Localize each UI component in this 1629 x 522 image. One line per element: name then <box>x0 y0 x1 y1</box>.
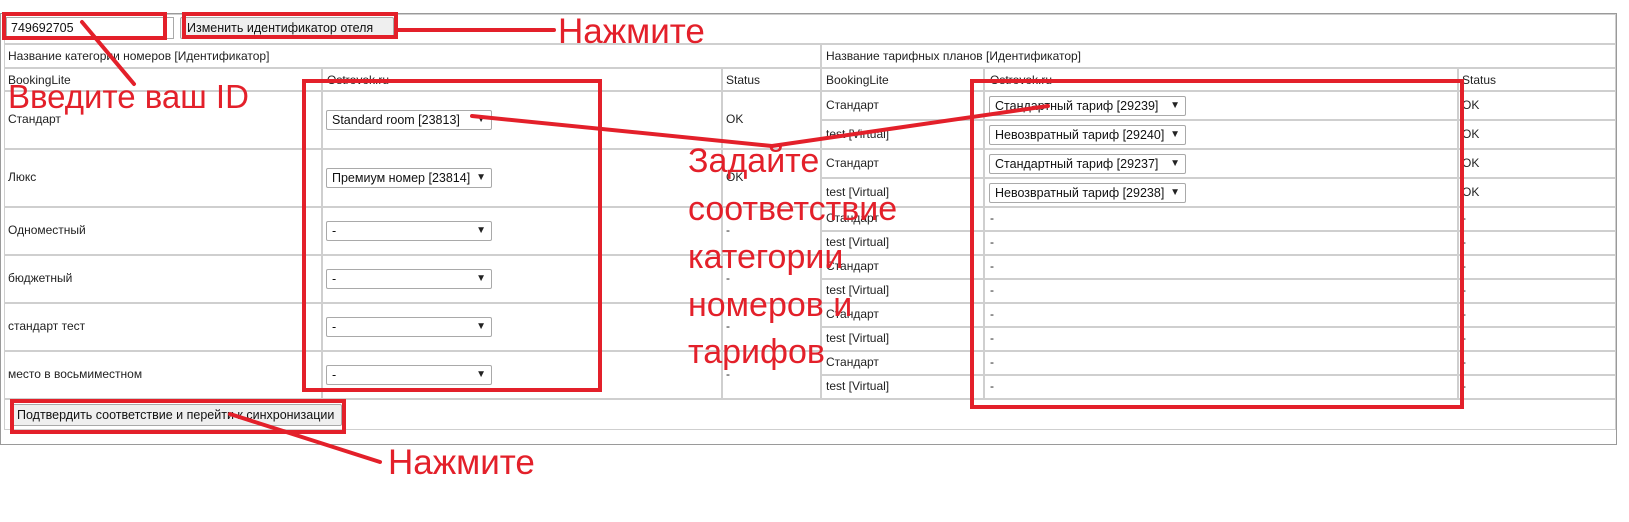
annotation-map-line-5: тарифов <box>688 333 825 371</box>
annotation-map-line-1: Задайте <box>688 142 820 180</box>
annotation-map-line-3: категории <box>688 238 844 276</box>
annotation-press-bottom: Нажмите <box>388 443 535 482</box>
annotation-enter-id: Введите ваш ID <box>8 78 249 115</box>
arrow-press-bottom <box>228 412 382 464</box>
arrow-map-right <box>770 104 1050 148</box>
annotation-map-line-4: номеров и <box>688 286 853 324</box>
annotation-map-line-2: соответствие <box>688 190 898 228</box>
arrow-enter-id <box>80 20 136 86</box>
annotation-press-top: Нажмите <box>558 12 705 51</box>
